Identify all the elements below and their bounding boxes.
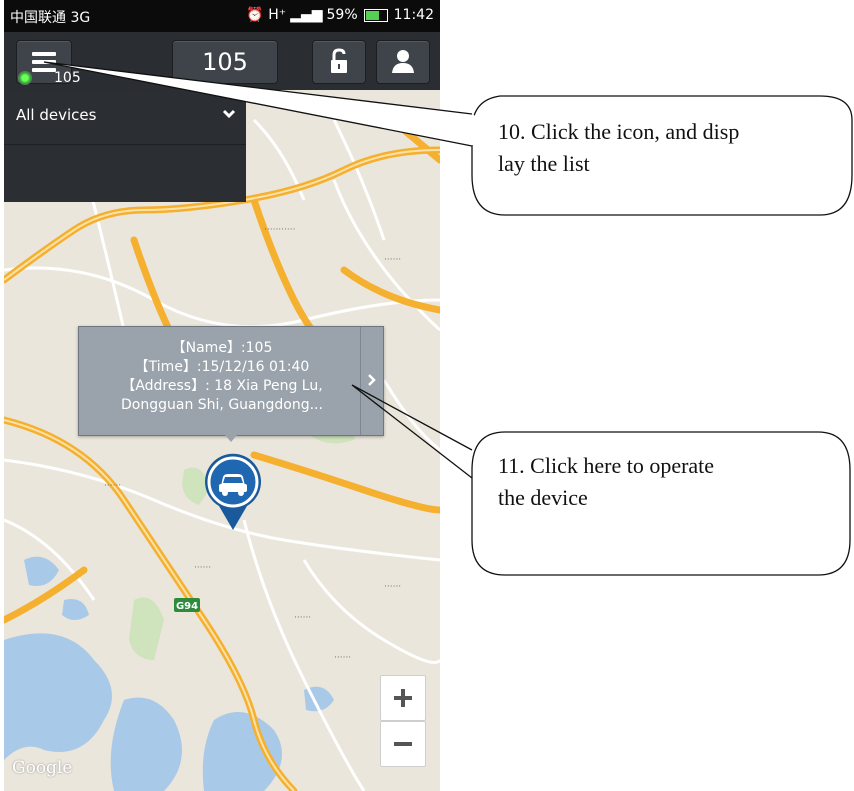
callout-10-line-1: 10. Click the icon, and disp bbox=[498, 119, 740, 144]
callout-11-pointer bbox=[351, 384, 473, 479]
callout-11-text: 11. Click here to operate the device bbox=[498, 450, 828, 514]
callout-10-text: 10. Click the icon, and disp lay the lis… bbox=[498, 116, 828, 180]
callout-11-line-1: 11. Click here to operate bbox=[498, 453, 715, 478]
callout-10-line-2: lay the list bbox=[498, 151, 590, 176]
callout-11-line-2: the device bbox=[498, 485, 588, 510]
callout-10-pointer bbox=[43, 61, 473, 147]
